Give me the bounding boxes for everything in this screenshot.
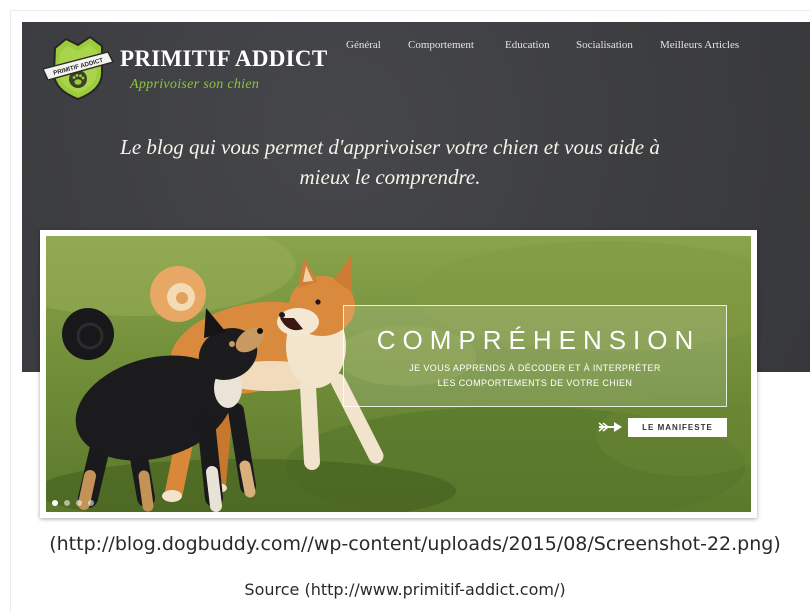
slide-text-line-2: LES COMPORTEMENTS DE VOTRE CHIEN xyxy=(437,378,633,388)
slider-dots xyxy=(52,500,94,506)
image-url-caption[interactable]: (http://blog.dogbuddy.com//wp-content/up… xyxy=(20,532,810,556)
arrow-right-icon xyxy=(598,421,624,433)
slide-heading: COMPRÉHENSION xyxy=(376,325,701,355)
slider-dot[interactable] xyxy=(88,500,94,506)
nav-item-meilleurs-articles[interactable]: Meilleurs Articles xyxy=(660,38,739,52)
nav-item-socialisation[interactable]: Socialisation xyxy=(576,38,633,52)
tagline-line-2: mieux le comprendre. xyxy=(299,165,481,189)
nav-item-education[interactable]: Education xyxy=(505,38,550,52)
slider-dot[interactable] xyxy=(64,500,70,506)
slide-text-line-1: JE VOUS APPRENDS À DÉCODER ET À INTERPRÉ… xyxy=(409,363,661,373)
manifesto-button[interactable]: LE MANIFESTE xyxy=(628,418,727,437)
nav-item-comportement[interactable]: Comportement xyxy=(408,38,474,52)
slide-caption-box: COMPRÉHENSION JE VOUS APPRENDS À DÉCODER… xyxy=(343,305,727,407)
nav-item-general[interactable]: Général xyxy=(346,38,381,52)
slider-dot[interactable] xyxy=(76,500,82,506)
tagline-line-1: Le blog qui vous permet d'apprivoiser vo… xyxy=(120,135,660,159)
logo-badge-icon[interactable]: PRIMITIF ADDICT xyxy=(42,33,114,101)
site-subtitle: Apprivoiser son chien xyxy=(130,77,260,92)
hero-slider: COMPRÉHENSION JE VOUS APPRENDS À DÉCODER… xyxy=(40,230,757,518)
slide-photo[interactable]: COMPRÉHENSION JE VOUS APPRENDS À DÉCODER… xyxy=(46,236,751,512)
source-link[interactable]: Source (http://www.primitif-addict.com/) xyxy=(0,580,810,600)
tagline: Le blog qui vous permet d'apprivoiser vo… xyxy=(22,132,758,192)
site-title[interactable]: PRIMITIF ADDICT xyxy=(120,46,327,72)
slider-dot[interactable] xyxy=(52,500,58,506)
